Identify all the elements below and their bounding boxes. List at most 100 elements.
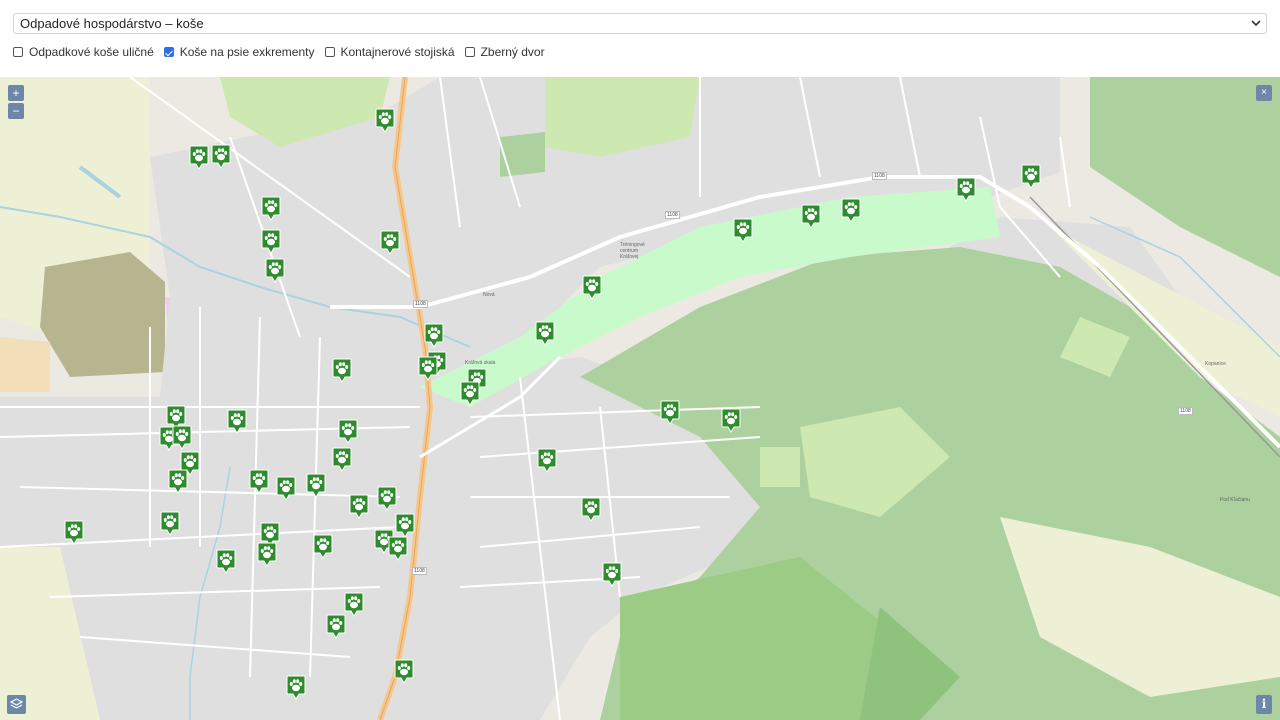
dog-paw-icon: [537, 448, 557, 473]
layer-select-value: Odpadové hospodárstvo – koše: [20, 16, 204, 31]
filter-street-bins[interactable]: Odpadkové koše uličné: [13, 45, 154, 59]
dog-waste-bin-marker[interactable]: [313, 534, 333, 559]
dog-paw-icon: [227, 409, 247, 434]
dog-waste-bin-marker[interactable]: [460, 381, 480, 406]
dog-waste-bin-marker[interactable]: [332, 358, 352, 383]
route-number-label: 1108: [872, 172, 887, 180]
checkbox-container-stands[interactable]: [324, 47, 335, 57]
dog-paw-icon: [956, 177, 976, 202]
dog-waste-bin-marker[interactable]: [261, 196, 281, 221]
dog-paw-icon: [265, 258, 285, 283]
dog-waste-bin-marker[interactable]: [160, 511, 180, 536]
dog-waste-bin-marker[interactable]: [349, 494, 369, 519]
dog-waste-bin-marker[interactable]: [733, 218, 753, 243]
map-street-label: Nová: [483, 292, 495, 298]
dog-waste-bin-marker[interactable]: [660, 400, 680, 425]
dog-paw-icon: [721, 408, 741, 433]
dog-waste-bin-marker[interactable]: [261, 229, 281, 254]
dog-waste-bin-marker[interactable]: [394, 659, 414, 684]
filter-checkboxes: Odpadkové koše uličné Koše na psie exkre…: [13, 45, 555, 59]
checkbox-dog-waste-bins[interactable]: [163, 47, 174, 57]
dog-paw-icon: [344, 592, 364, 617]
dog-waste-bin-marker[interactable]: [537, 448, 557, 473]
dog-paw-icon: [841, 198, 861, 223]
dog-paw-icon: [418, 356, 438, 381]
dog-waste-bin-marker[interactable]: [168, 469, 188, 494]
map-basemap: [0, 77, 1280, 720]
layer-select[interactable]: Odpadové hospodárstvo – koše: [13, 13, 1267, 34]
dog-waste-bin-marker[interactable]: [249, 469, 269, 494]
dog-paw-icon: [394, 659, 414, 684]
dog-waste-bin-marker[interactable]: [424, 323, 444, 348]
dog-paw-icon: [332, 358, 352, 383]
route-number-label: 1108: [1178, 407, 1193, 415]
map-place-label: Kráľová skala: [465, 360, 496, 366]
checkbox-street-bins[interactable]: [13, 47, 23, 57]
dog-waste-bin-marker[interactable]: [189, 145, 209, 170]
dog-paw-icon: [326, 614, 346, 639]
dog-waste-bin-marker[interactable]: [306, 473, 326, 498]
dog-waste-bin-marker[interactable]: [375, 108, 395, 133]
dog-waste-bin-marker[interactable]: [344, 592, 364, 617]
dog-waste-bin-marker[interactable]: [211, 144, 231, 169]
dog-waste-bin-marker[interactable]: [286, 675, 306, 700]
dog-waste-bin-marker[interactable]: [721, 408, 741, 433]
dog-paw-icon: [388, 536, 408, 561]
dog-waste-bin-marker[interactable]: [395, 513, 415, 538]
dog-paw-icon: [286, 675, 306, 700]
route-number-label: 1108: [412, 567, 427, 575]
map-place-label: Pod Kľačianu: [1220, 497, 1250, 503]
dog-paw-icon: [660, 400, 680, 425]
dog-paw-icon: [168, 469, 188, 494]
dog-waste-bin-marker[interactable]: [602, 562, 622, 587]
dog-paw-icon: [160, 511, 180, 536]
dog-paw-icon: [424, 323, 444, 348]
dog-waste-bin-marker[interactable]: [956, 177, 976, 202]
checkbox-collection-yard[interactable]: [464, 47, 475, 57]
dog-waste-bin-marker[interactable]: [801, 204, 821, 229]
dog-waste-bin-marker[interactable]: [388, 536, 408, 561]
dog-waste-bin-marker[interactable]: [332, 447, 352, 472]
info-button[interactable]: i: [1256, 695, 1272, 714]
layers-icon: [9, 698, 24, 709]
dog-waste-bin-marker[interactable]: [276, 476, 296, 501]
dog-paw-icon: [395, 513, 415, 538]
filter-label: Koše na psie exkrementy: [179, 45, 315, 59]
filter-container-stands[interactable]: Kontajnerové stojiská: [324, 45, 455, 59]
dog-waste-bin-marker[interactable]: [64, 520, 84, 545]
dog-paw-icon: [380, 230, 400, 255]
map-view[interactable]: 1108 1108 1108 1108 1108 Tréningové cent…: [0, 77, 1280, 720]
close-button[interactable]: ×: [1256, 85, 1272, 101]
dog-waste-bin-marker[interactable]: [581, 497, 601, 522]
layers-button[interactable]: [7, 695, 26, 714]
dog-waste-bin-marker[interactable]: [418, 356, 438, 381]
dog-waste-bin-marker[interactable]: [326, 614, 346, 639]
dog-paw-icon: [64, 520, 84, 545]
dog-waste-bin-marker[interactable]: [377, 486, 397, 511]
zoom-out-button[interactable]: −: [8, 103, 24, 119]
dog-waste-bin-marker[interactable]: [257, 542, 277, 567]
dog-paw-icon: [377, 486, 397, 511]
dog-paw-icon: [211, 144, 231, 169]
dog-paw-icon: [313, 534, 333, 559]
route-number-label: 1108: [413, 300, 428, 308]
dog-paw-icon: [257, 542, 277, 567]
filter-dog-waste-bins[interactable]: Koše na psie exkrementy: [163, 45, 315, 59]
dog-waste-bin-marker[interactable]: [582, 275, 602, 300]
dog-waste-bin-marker[interactable]: [216, 549, 236, 574]
dog-waste-bin-marker[interactable]: [380, 230, 400, 255]
dog-paw-icon: [1021, 164, 1041, 189]
chevron-down-icon: [1251, 20, 1261, 27]
zoom-in-button[interactable]: +: [8, 85, 24, 101]
dog-waste-bin-marker[interactable]: [535, 321, 555, 346]
dog-paw-icon: [581, 497, 601, 522]
dog-waste-bin-marker[interactable]: [227, 409, 247, 434]
dog-waste-bin-marker[interactable]: [265, 258, 285, 283]
dog-paw-icon: [375, 108, 395, 133]
dog-waste-bin-marker[interactable]: [338, 419, 358, 444]
dog-waste-bin-marker[interactable]: [172, 425, 192, 450]
dog-waste-bin-marker[interactable]: [841, 198, 861, 223]
filter-collection-yard[interactable]: Zberný dvor: [464, 45, 545, 59]
dog-paw-icon: [276, 476, 296, 501]
dog-waste-bin-marker[interactable]: [1021, 164, 1041, 189]
